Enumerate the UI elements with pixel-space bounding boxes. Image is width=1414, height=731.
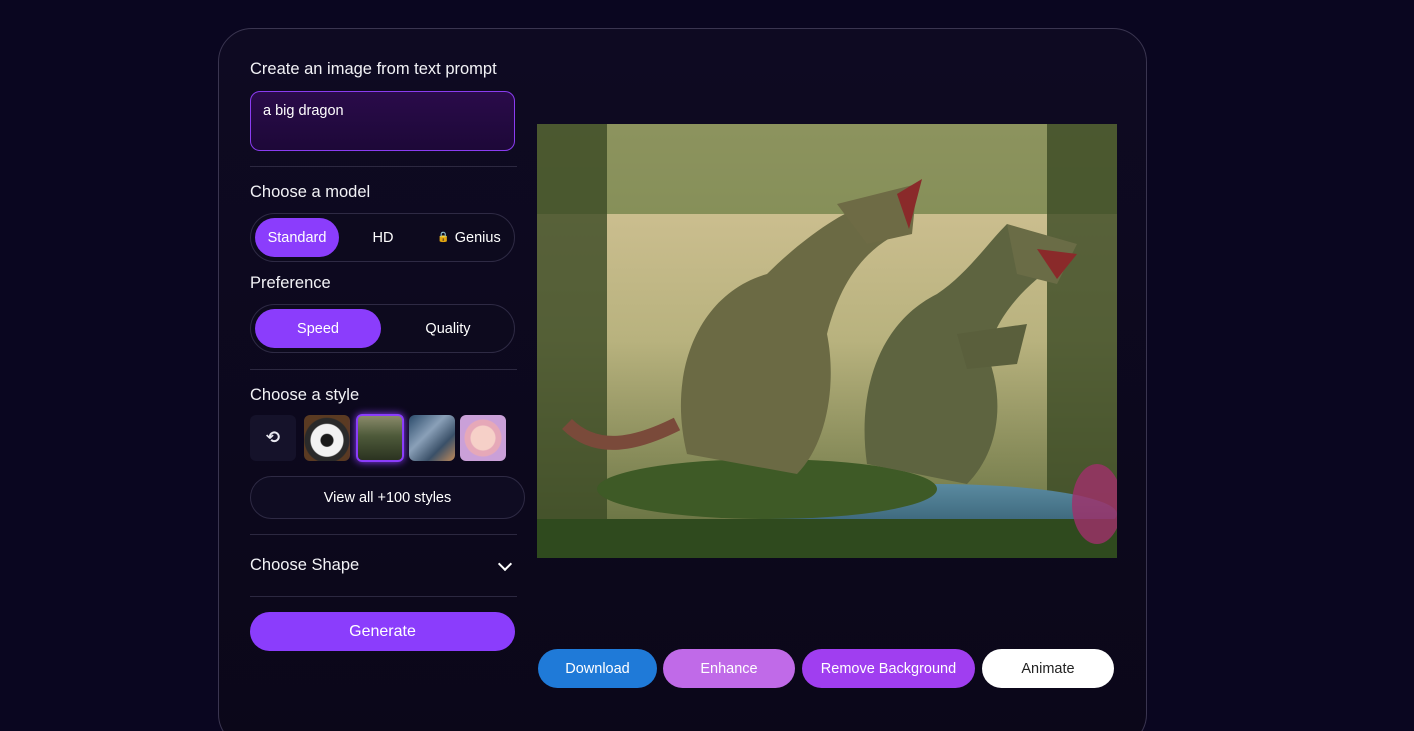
style-thumbnails: ⟲ <box>250 414 525 463</box>
view-all-styles-button[interactable]: View all +100 styles <box>250 476 525 519</box>
dragon-image <box>537 124 1117 558</box>
style-thumb-fantasy-face[interactable] <box>460 415 506 461</box>
generated-image <box>537 124 1117 558</box>
preference-option-speed[interactable]: Speed <box>255 309 381 348</box>
shape-dropdown[interactable]: Choose Shape <box>250 556 513 578</box>
style-thumb-forest[interactable] <box>356 414 404 462</box>
prompt-title: Create an image from text prompt <box>250 60 497 78</box>
model-option-label: HD <box>372 229 394 246</box>
model-option-label: Standard <box>267 229 327 246</box>
generate-button[interactable]: Generate <box>250 612 515 651</box>
lock-icon: 🔒 <box>437 232 450 243</box>
preference-option-label: Speed <box>297 320 339 337</box>
model-option-standard[interactable]: Standard <box>255 218 339 257</box>
style-thumb-robot[interactable] <box>409 415 455 461</box>
style-title: Choose a style <box>250 386 360 404</box>
divider <box>250 534 517 535</box>
model-option-hd[interactable]: HD <box>341 218 425 257</box>
model-option-label: Genius <box>454 229 501 246</box>
preference-selector: Speed Quality <box>250 304 515 353</box>
animate-button[interactable]: Animate <box>982 649 1114 688</box>
no-style-icon[interactable]: ⟲ <box>250 415 296 461</box>
shape-title: Choose Shape <box>250 556 360 574</box>
prompt-input[interactable]: a big dragon <box>250 91 515 151</box>
divider <box>250 166 517 167</box>
divider <box>250 369 517 370</box>
enhance-button[interactable]: Enhance <box>663 649 795 688</box>
chevron-down-icon <box>497 556 513 572</box>
style-thumb-panda[interactable] <box>304 415 350 461</box>
preference-title: Preference <box>250 274 331 292</box>
download-button[interactable]: Download <box>538 649 657 688</box>
preference-option-label: Quality <box>425 320 471 337</box>
preference-option-quality[interactable]: Quality <box>385 309 511 348</box>
generator-card: Create an image from text prompt a big d… <box>218 28 1147 731</box>
divider <box>250 596 517 597</box>
model-option-genius[interactable]: 🔒 Genius <box>427 218 511 257</box>
remove-background-button[interactable]: Remove Background <box>802 649 975 688</box>
model-title: Choose a model <box>250 183 371 201</box>
model-selector: Standard HD 🔒 Genius <box>250 213 515 262</box>
